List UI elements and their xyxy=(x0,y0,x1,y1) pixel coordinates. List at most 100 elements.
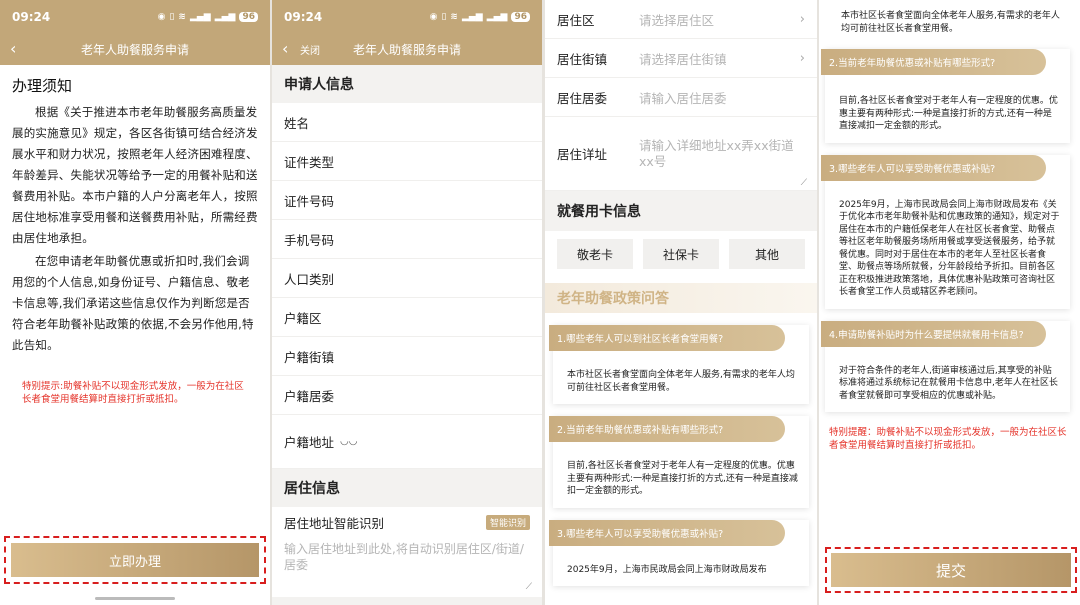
hukou-committee-field[interactable]: 户籍居委 xyxy=(272,376,542,415)
status-bar: 09:24 ◉ ▯ ≋ ▂▄▆ ▂▄▆ 96 xyxy=(272,0,542,33)
policy-qa-screen: 本市社区长者食堂面向全体老年人服务,有需求的老年人均可前往社区长者食堂用餐。 2… xyxy=(819,0,1080,605)
chevron-right-icon: › xyxy=(799,11,805,27)
row-label: 居住居委 xyxy=(557,90,608,106)
qa-question: 3.哪些老年人可以享受助餐优惠或补贴? xyxy=(549,519,785,546)
notice-paragraph: 根据《关于推进本市老年助餐服务高质量发展的实施意见》规定，各区各街镇可结合经济发… xyxy=(12,105,258,245)
row-placeholder: 请输入居住居委 xyxy=(639,90,727,106)
notice-paragraph: 在您申请老年助餐优惠或折扣时,我们会调用您的个人信息,如身份证号、户籍信息、敬老… xyxy=(12,254,254,352)
submit-button[interactable]: 提交 xyxy=(831,553,1071,587)
wifi-icon: ≋ xyxy=(450,11,458,22)
hukou-address-field[interactable]: 户籍地址 ◡◡ xyxy=(272,415,542,469)
hukou-street-field[interactable]: 户籍街镇 xyxy=(272,337,542,376)
address-recognition-textarea[interactable]: 输入居住地址到此处,将自动识别居住区/街道/居委 ⟋ xyxy=(272,537,542,597)
id-type-field[interactable]: 证件类型 xyxy=(272,142,542,181)
intro-screen: 09:24 ◉ ▯ ≋ ▂▄▆ ▂▄▆ 96 ‹ 老年人助餐服务申请 办理须知 … xyxy=(0,0,270,605)
qa-question: 3.哪些老年人可以享受助餐优惠或补贴? xyxy=(821,154,1047,181)
vibrate-icon: ▯ xyxy=(441,11,447,22)
residence-district-select[interactable]: 居住区 请选择居住区 › xyxy=(545,0,817,39)
close-link[interactable]: 关闭 xyxy=(300,42,320,57)
status-icons: ◉ ▯ ≋ ▂▄▆ ▂▄▆ 96 xyxy=(429,11,530,22)
nav-header: ‹ 老年人助餐服务申请 xyxy=(0,33,270,65)
applicant-section-title: 申请人信息 xyxy=(272,65,542,103)
field-label: 手机号码 xyxy=(284,232,335,248)
signal-icon: ▂▄▆ xyxy=(461,11,483,22)
population-category-field[interactable]: 人口类别 xyxy=(272,259,542,298)
submit-button-highlight: 提交 xyxy=(825,547,1077,593)
name-field[interactable]: 姓名 xyxy=(272,103,542,142)
signal-icon: ▂▄▆ xyxy=(214,11,236,22)
phone-field[interactable]: 手机号码 xyxy=(272,220,542,259)
field-label: 证件类型 xyxy=(284,154,335,170)
alarm-icon: ◉ xyxy=(157,11,166,22)
qa-answer: 本市社区长者食堂面向全体老年人服务,有需求的老年人均可前往社区长者食堂用餐。 xyxy=(841,11,1060,34)
residence-address-textarea[interactable]: 居住详址 请输入详细地址xx弄xx街道xx号 ⟋ xyxy=(545,117,817,191)
qa-question: 1.哪些老年人可以到社区长者食堂用餐? xyxy=(549,325,785,351)
qa-card: 2.当前老年助餐优惠或补贴有哪些形式? 目前,各社区长者食堂对于老年人有一定程度… xyxy=(821,49,1070,143)
qa-card: 1.哪些老年人可以到社区长者食堂用餐? 本市社区长者食堂面向全体老年人服务,有需… xyxy=(549,325,809,404)
field-label: 户籍街镇 xyxy=(284,349,335,365)
resize-handle-icon[interactable]: ⟋ xyxy=(801,178,807,188)
status-time: 09:24 xyxy=(12,9,51,24)
row-placeholder: 请选择居住区 xyxy=(639,12,715,28)
alarm-icon: ◉ xyxy=(429,11,438,22)
qa-card: 3.哪些老年人可以享受助餐优惠或补贴? 2025年9月，上海市民政局会同上海市财… xyxy=(549,519,809,586)
row-placeholder: 请输入详细地址xx弄xx街道xx号 xyxy=(639,137,794,169)
smart-recognition-label: 居住地址智能识别 xyxy=(284,515,385,531)
card-option-other[interactable]: 其他 xyxy=(729,239,805,269)
wifi-icon: ≋ xyxy=(178,11,186,22)
qa-card: 4.申请助餐补贴时为什么要提供就餐用卡信息? 对于符合条件的老年人,街道审核通过… xyxy=(821,320,1070,412)
page-title: 老年人助餐服务申请 xyxy=(352,42,461,57)
home-indicator xyxy=(95,597,175,600)
status-icons: ◉ ▯ ≋ ▂▄▆ ▂▄▆ 96 xyxy=(157,11,258,22)
applicant-form-screen: 09:24 ◉ ▯ ≋ ▂▄▆ ▂▄▆ 96 ‹ 关闭 老年人助餐服务申请 申请… xyxy=(272,0,542,605)
field-label: 户籍地址 xyxy=(284,435,335,450)
smart-recognition-row: 居住地址智能识别 智能识别 xyxy=(272,507,542,537)
qa-answer: 对于符合条件的老年人,街道审核通过后,其享受的补贴标准将通过系统标记在就餐用卡信… xyxy=(839,365,1058,401)
row-label: 居住区 xyxy=(557,12,595,28)
qa-card: 2.当前老年助餐优惠或补贴有哪些形式? 目前,各社区长者食堂对于老年人有一定程度… xyxy=(549,416,809,508)
hukou-district-field[interactable]: 户籍区 xyxy=(272,298,542,337)
back-arrow-icon[interactable]: ‹ xyxy=(10,39,16,58)
qa-question: 2.当前老年助餐优惠或补贴有哪些形式? xyxy=(549,416,785,442)
signal-icon: ▂▄▆ xyxy=(486,11,508,22)
apply-button-highlight: 立即办理 xyxy=(4,536,266,584)
field-label: 户籍区 xyxy=(284,310,322,326)
meal-card-options: 敬老卡 社保卡 其他 xyxy=(545,231,817,277)
card-option-social-security[interactable]: 社保卡 xyxy=(643,239,719,269)
textarea-placeholder: 输入居住地址到此处,将自动识别居住区/街道/居委 xyxy=(284,542,524,572)
status-time: 09:24 xyxy=(284,9,323,24)
qa-answer: 2025年9月，上海市民政局会同上海市财政局发布《关于优化本市老年助餐补贴和优惠… xyxy=(839,199,1060,298)
row-placeholder: 请选择居住街镇 xyxy=(639,51,727,67)
field-label: 人口类别 xyxy=(284,271,335,287)
eye-closed-icon[interactable]: ◡◡ xyxy=(340,436,357,447)
field-label: 户籍居委 xyxy=(284,388,335,404)
qa-answer: 本市社区长者食堂面向全体老年人服务,有需求的老年人均可前往社区长者食堂用餐。 xyxy=(567,370,795,393)
meal-card-section-title: 就餐用卡信息 xyxy=(545,191,817,231)
id-number-field[interactable]: 证件号码 xyxy=(272,181,542,220)
qa-card: 3.哪些老年人可以享受助餐优惠或补贴? 2025年9月，上海市民政局会同上海市财… xyxy=(821,154,1070,309)
qa-answer: 目前,各社区长者食堂对于老年人有一定程度的优惠。优惠主要有两种形式:一种是直接打… xyxy=(839,96,1058,131)
warning-text: 特别提示:助餐补贴不以现金形式发放，一般为在社区长者食堂用餐结算时直接打折或抵扣… xyxy=(22,381,244,405)
battery-icon: 96 xyxy=(239,11,258,22)
qa-question: 2.当前老年助餐优惠或补贴有哪些形式? xyxy=(821,49,1047,75)
resize-handle-icon[interactable]: ⟋ xyxy=(526,579,532,595)
row-label: 居住街镇 xyxy=(557,51,608,67)
residence-street-select[interactable]: 居住街镇 请选择居住街镇 › xyxy=(545,39,817,78)
residence-form-screen: 居住区 请选择居住区 › 居住街镇 请选择居住街镇 › 居住居委 请输入居住居委… xyxy=(545,0,817,605)
chevron-right-icon: › xyxy=(799,50,805,66)
qa-answer: 目前,各社区长者食堂对于老年人有一定程度的优惠。优惠主要有两种形式:一种是直接打… xyxy=(567,461,798,496)
card-option-senior-card[interactable]: 敬老卡 xyxy=(557,239,633,269)
field-label: 证件号码 xyxy=(284,193,335,209)
row-label: 居住详址 xyxy=(557,147,608,162)
status-bar: 09:24 ◉ ▯ ≋ ▂▄▆ ▂▄▆ 96 xyxy=(0,0,270,33)
residence-section-title: 居住信息 xyxy=(272,469,542,507)
policy-qa-banner: 老年助餐政策问答 xyxy=(545,283,817,313)
back-arrow-icon[interactable]: ‹ xyxy=(282,39,288,58)
warning-text: 特别提醒：助餐补贴不以现金形式发放，一般为在社区长者食堂用餐结算时直接打折或抵扣… xyxy=(829,427,1067,451)
vibrate-icon: ▯ xyxy=(169,11,175,22)
smart-recognition-button[interactable]: 智能识别 xyxy=(485,514,530,530)
qa-question: 4.申请助餐补贴时为什么要提供就餐用卡信息? xyxy=(821,320,1047,347)
apply-now-button[interactable]: 立即办理 xyxy=(11,543,259,577)
field-label: 姓名 xyxy=(284,115,310,131)
residence-committee-input[interactable]: 居住居委 请输入居住居委 xyxy=(545,78,817,117)
